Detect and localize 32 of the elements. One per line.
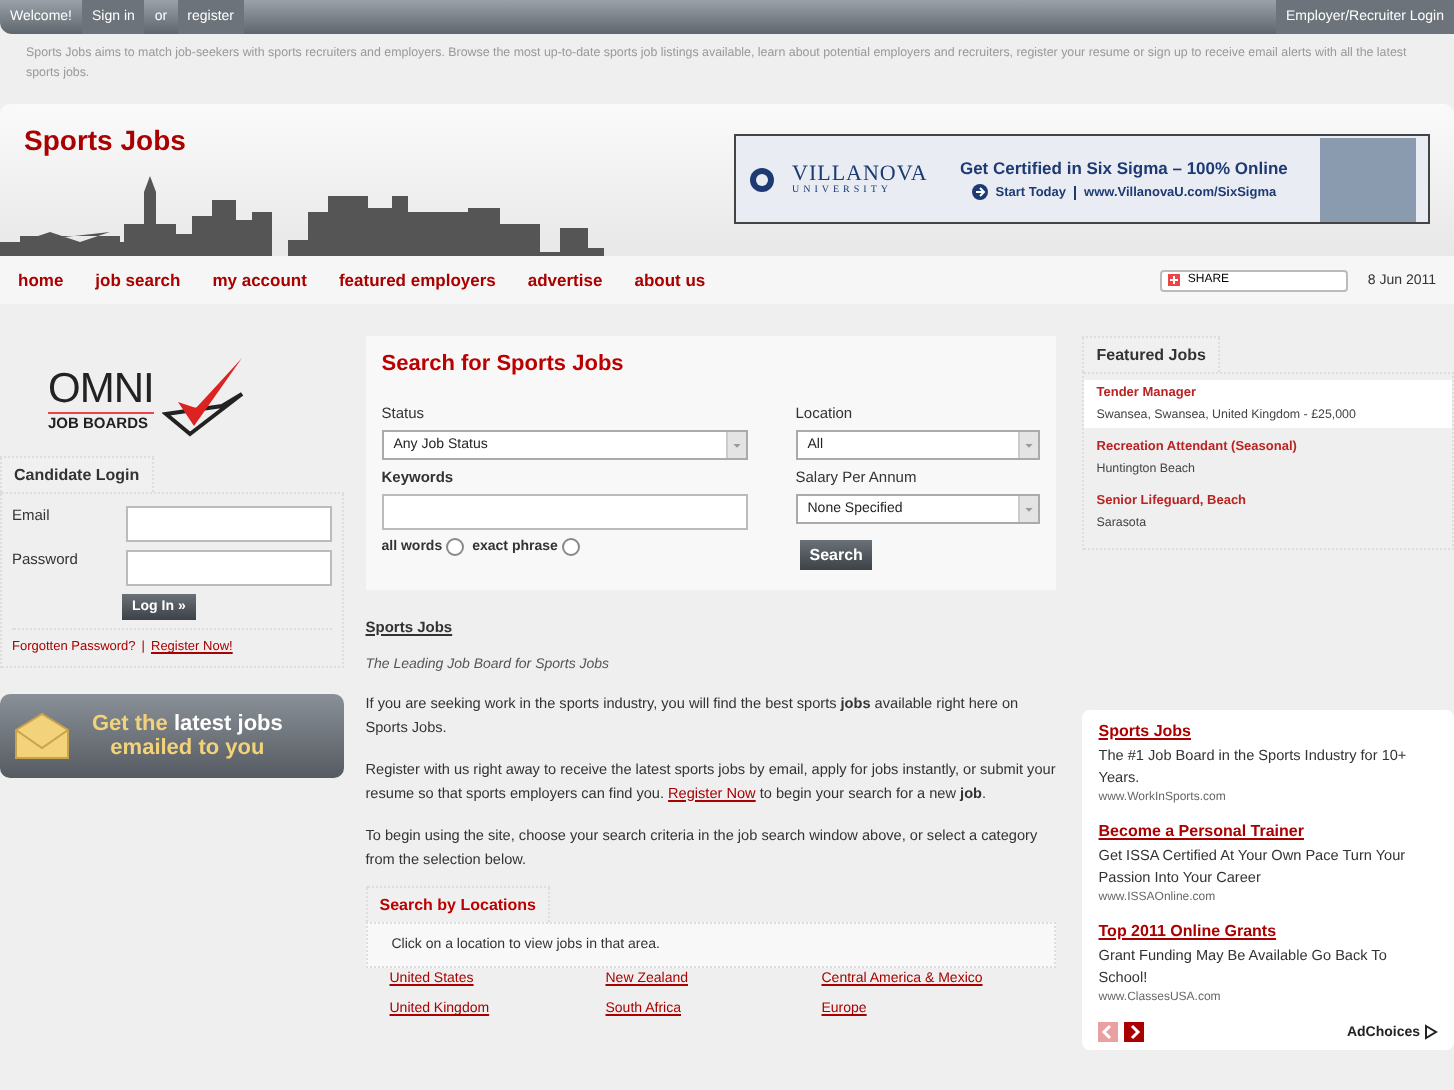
envelope-icon xyxy=(12,710,72,762)
tab-header: Candidate Login xyxy=(0,456,154,492)
tab-header: Featured Jobs xyxy=(1082,336,1220,372)
nav-link[interactable]: my account xyxy=(212,270,307,290)
play-icon xyxy=(1424,1024,1438,1040)
keywords-field[interactable] xyxy=(381,494,748,530)
arrow-icon xyxy=(971,184,988,200)
next-icon[interactable] xyxy=(1124,1022,1145,1042)
nav-link[interactable]: about us xyxy=(634,270,706,290)
nav-link[interactable]: job search xyxy=(95,270,181,290)
plus-icon xyxy=(1167,274,1180,286)
email-field[interactable] xyxy=(125,506,332,542)
omni-logo-text: OMNI xyxy=(48,368,154,414)
banner-text: Get the latest jobs xyxy=(92,712,283,736)
radio-button[interactable] xyxy=(561,538,580,556)
password-field[interactable] xyxy=(125,550,332,586)
nav-link[interactable]: featured employers xyxy=(338,270,496,290)
ad-title-link[interactable]: Become a Personal Trainer xyxy=(1098,822,1438,840)
locations-tab[interactable]: Search by Locations xyxy=(365,886,550,922)
nav-link[interactable]: home xyxy=(18,270,64,290)
ad-title-link[interactable]: Top 2011 Online Grants xyxy=(1098,922,1438,940)
nav-link[interactable]: advertise xyxy=(527,270,603,290)
banner-subtext: emailed to you xyxy=(110,736,265,760)
email-alert-banner[interactable]: Get the latest jobs emailed to you xyxy=(0,694,344,778)
search-button[interactable]: Search xyxy=(799,540,873,570)
search-title: Search for Sports Jobs xyxy=(381,352,626,376)
ad-title-link[interactable]: Sports Jobs xyxy=(1098,722,1438,740)
photo-placeholder xyxy=(1320,138,1416,222)
ad-headline: Get Certified in Six Sigma – 100% Online xyxy=(959,158,1288,178)
ad-logo-text: VILLANOVA xyxy=(792,162,928,186)
radio-button[interactable] xyxy=(446,538,465,556)
site-title: Sports Jobs xyxy=(24,124,186,156)
